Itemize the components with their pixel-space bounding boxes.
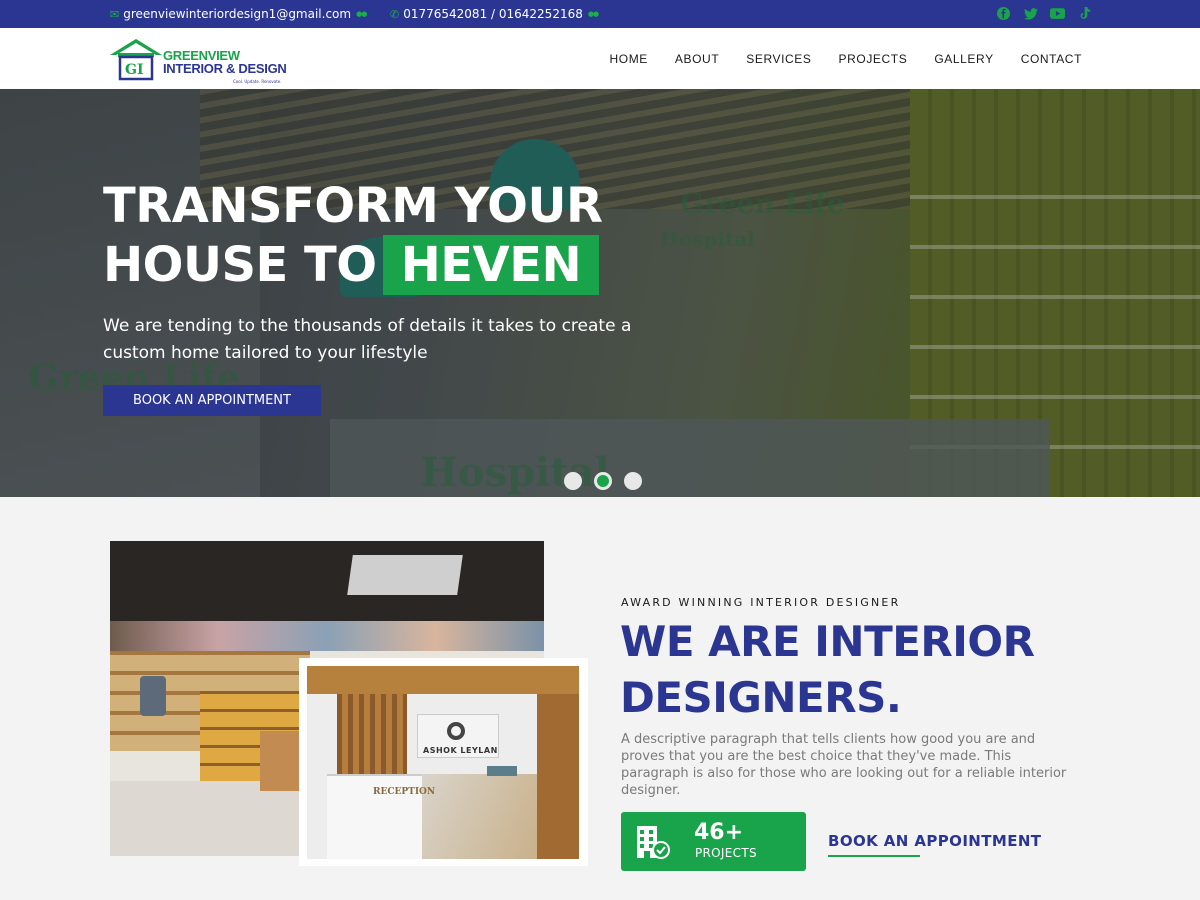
hero-book-button[interactable]: BOOK AN APPOINTMENT bbox=[103, 385, 321, 416]
nav-about[interactable]: ABOUT bbox=[675, 52, 719, 66]
projects-label: PROJECTS bbox=[695, 846, 757, 860]
slider-dot-1[interactable] bbox=[564, 472, 582, 490]
book-link-underline bbox=[828, 855, 920, 857]
main-nav: HOME ABOUT SERVICES PROJECTS GALLERY CON… bbox=[610, 52, 1083, 66]
hero-title-line1: TRANSFORM YOUR bbox=[103, 178, 603, 234]
brand-logo[interactable]: GI GREENVIEW INTERIOR & DESIGN Cool. Upd… bbox=[108, 37, 288, 84]
topbar-email[interactable]: ✉ greenviewinteriordesign1@gmail.com ●● bbox=[110, 7, 367, 21]
social-links bbox=[996, 6, 1092, 21]
hero-title: TRANSFORM YOUR HOUSE TO HEVEN bbox=[103, 177, 603, 295]
tiktok-icon[interactable] bbox=[1077, 6, 1092, 21]
hero-slider: Green Life Hospital Green Life Hospital … bbox=[0, 89, 1200, 497]
hero-title-highlight: HEVEN bbox=[382, 235, 600, 295]
email-text[interactable]: greenviewinteriordesign1@gmail.com bbox=[123, 7, 351, 21]
youtube-icon[interactable] bbox=[1050, 6, 1065, 21]
nav-gallery[interactable]: GALLERY bbox=[934, 52, 993, 66]
topbar-phone[interactable]: ✆ 01776542081 / 01642252168 ●● bbox=[390, 7, 599, 21]
top-bar: ✉ greenviewinteriordesign1@gmail.com ●● … bbox=[0, 0, 1200, 28]
building-check-icon bbox=[637, 826, 670, 859]
about-description: A descriptive paragraph that tells clien… bbox=[621, 732, 1067, 798]
nav-services[interactable]: SERVICES bbox=[746, 52, 811, 66]
brand-name: GREENVIEW INTERIOR & DESIGN bbox=[163, 49, 287, 76]
hero-subtitle: We are tending to the thousands of detai… bbox=[103, 316, 632, 363]
twitter-icon[interactable] bbox=[1023, 6, 1038, 21]
slider-dot-3[interactable] bbox=[624, 472, 642, 490]
nav-contact[interactable]: CONTACT bbox=[1021, 52, 1082, 66]
site-header: GI GREENVIEW INTERIOR & DESIGN Cool. Upd… bbox=[0, 28, 1200, 89]
house-logo-icon: GI bbox=[110, 39, 162, 81]
brand-line2: INTERIOR & DESIGN bbox=[163, 61, 287, 76]
logo-monogram: GI bbox=[125, 62, 144, 78]
about-title: WE ARE INTERIOR DESIGNERS. bbox=[620, 617, 1035, 722]
about-eyebrow: AWARD WINNING INTERIOR DESIGNER bbox=[621, 596, 901, 609]
dots-icon: ●● bbox=[356, 10, 367, 18]
dots-icon: ●● bbox=[587, 10, 599, 18]
reception-image: ASHOK LEYLAN RECEPTION bbox=[299, 658, 588, 866]
nav-home[interactable]: HOME bbox=[610, 52, 648, 66]
brand-tagline: Cool. Update. Renovate. bbox=[233, 79, 282, 84]
slider-dots bbox=[564, 472, 642, 490]
hero-title-line2: HOUSE TO bbox=[103, 237, 377, 293]
slider-dot-2[interactable] bbox=[594, 472, 612, 490]
about-book-link[interactable]: BOOK AN APPOINTMENT bbox=[828, 832, 1041, 850]
reception-sign-text: ASHOK LEYLAN bbox=[423, 746, 498, 755]
phone-icon: ✆ bbox=[390, 7, 400, 21]
envelope-icon: ✉ bbox=[110, 7, 120, 21]
facebook-icon[interactable] bbox=[996, 6, 1011, 21]
reception-desk-text: RECEPTION bbox=[373, 787, 436, 797]
projects-count: 46+ bbox=[694, 820, 744, 845]
nav-projects[interactable]: PROJECTS bbox=[839, 52, 908, 66]
projects-counter-card: 46+ PROJECTS bbox=[621, 812, 806, 871]
phone-text[interactable]: 01776542081 / 01642252168 bbox=[403, 7, 583, 21]
